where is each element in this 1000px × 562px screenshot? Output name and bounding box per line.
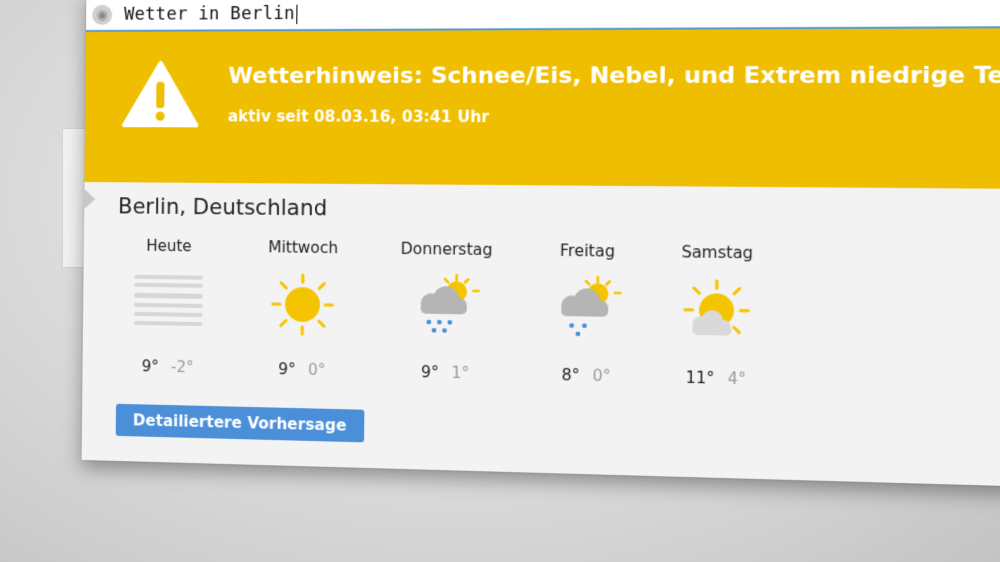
detailed-forecast-button[interactable]: Detailiertere Vorhersage (115, 403, 365, 443)
day-name: Donnerstag (400, 239, 493, 260)
temp-high: 9° (420, 362, 439, 382)
temp-high: 9° (141, 357, 159, 376)
screen: ◉ Wetter in Berlin Wetterhinweis: Schnee… (0, 0, 1000, 562)
temp-high: 9° (278, 359, 296, 379)
temp-low: 4° (727, 369, 747, 389)
weather-alert-banner: Wetterhinweis: Schnee/Eis, Nebel, und Ex… (84, 27, 1000, 190)
temperature-range: 9° 0° (245, 359, 358, 380)
day-name: Mittwoch (268, 238, 339, 258)
alert-active-since: aktiv seit 08.03.16, 03:41 Uhr (227, 107, 490, 127)
forecast-day-samstag[interactable]: Samstag 11° 4° (656, 243, 778, 390)
location-title: Berlin, Deutschland (117, 194, 328, 221)
alert-title: Wetterhinweis: Schnee/Eis, Nebel, und Ex… (228, 62, 1000, 90)
temp-low: 0° (592, 366, 611, 386)
day-name: Heute (146, 236, 192, 256)
forecast-day-mittwoch[interactable]: Mittwoch 9° 0° (245, 238, 359, 380)
forecast-day-freitag[interactable]: Freitag 8° 0° (527, 241, 646, 386)
forecast-day-heute[interactable]: Heute 9° -2° (112, 236, 224, 377)
text-caret (295, 4, 298, 24)
forecast-day-donnerstag[interactable]: Donnerstag 9° 1° (388, 239, 505, 383)
rain-cloud-sun-icon (420, 272, 489, 333)
search-input[interactable]: Wetter in Berlin (124, 4, 298, 25)
temperature-range: 11° 4° (656, 368, 776, 389)
day-name: Samstag (681, 242, 754, 263)
temp-low: -2° (170, 357, 194, 377)
sun-icon (261, 270, 344, 338)
temp-high: 11° (685, 368, 715, 388)
temp-high: 8° (561, 365, 580, 385)
day-name: Freitag (559, 241, 616, 261)
temp-low: 1° (451, 363, 470, 383)
partly-cloudy-icon (673, 276, 761, 347)
forecast-days: Heute 9° -2° Mittwoch 9° 0° Donnerstag 9… (112, 236, 807, 391)
panel-pointer (83, 187, 96, 211)
warning-icon (121, 60, 200, 129)
rain-cloud-sun-icon (561, 274, 630, 337)
fog-icon (133, 274, 203, 327)
search-bar[interactable]: ◉ Wetter in Berlin (86, 0, 1000, 32)
temperature-range: 9° -2° (112, 357, 223, 377)
temperature-range: 9° 1° (388, 362, 504, 383)
temperature-range: 8° 0° (527, 365, 645, 386)
browser-window: ◉ Wetter in Berlin Wetterhinweis: Schnee… (81, 0, 1000, 489)
temp-low: 0° (307, 360, 326, 380)
globe-icon: ◉ (92, 4, 113, 25)
forecast-panel: Berlin, Deutschland Heute 9° -2° Mittwoc… (81, 182, 1000, 489)
